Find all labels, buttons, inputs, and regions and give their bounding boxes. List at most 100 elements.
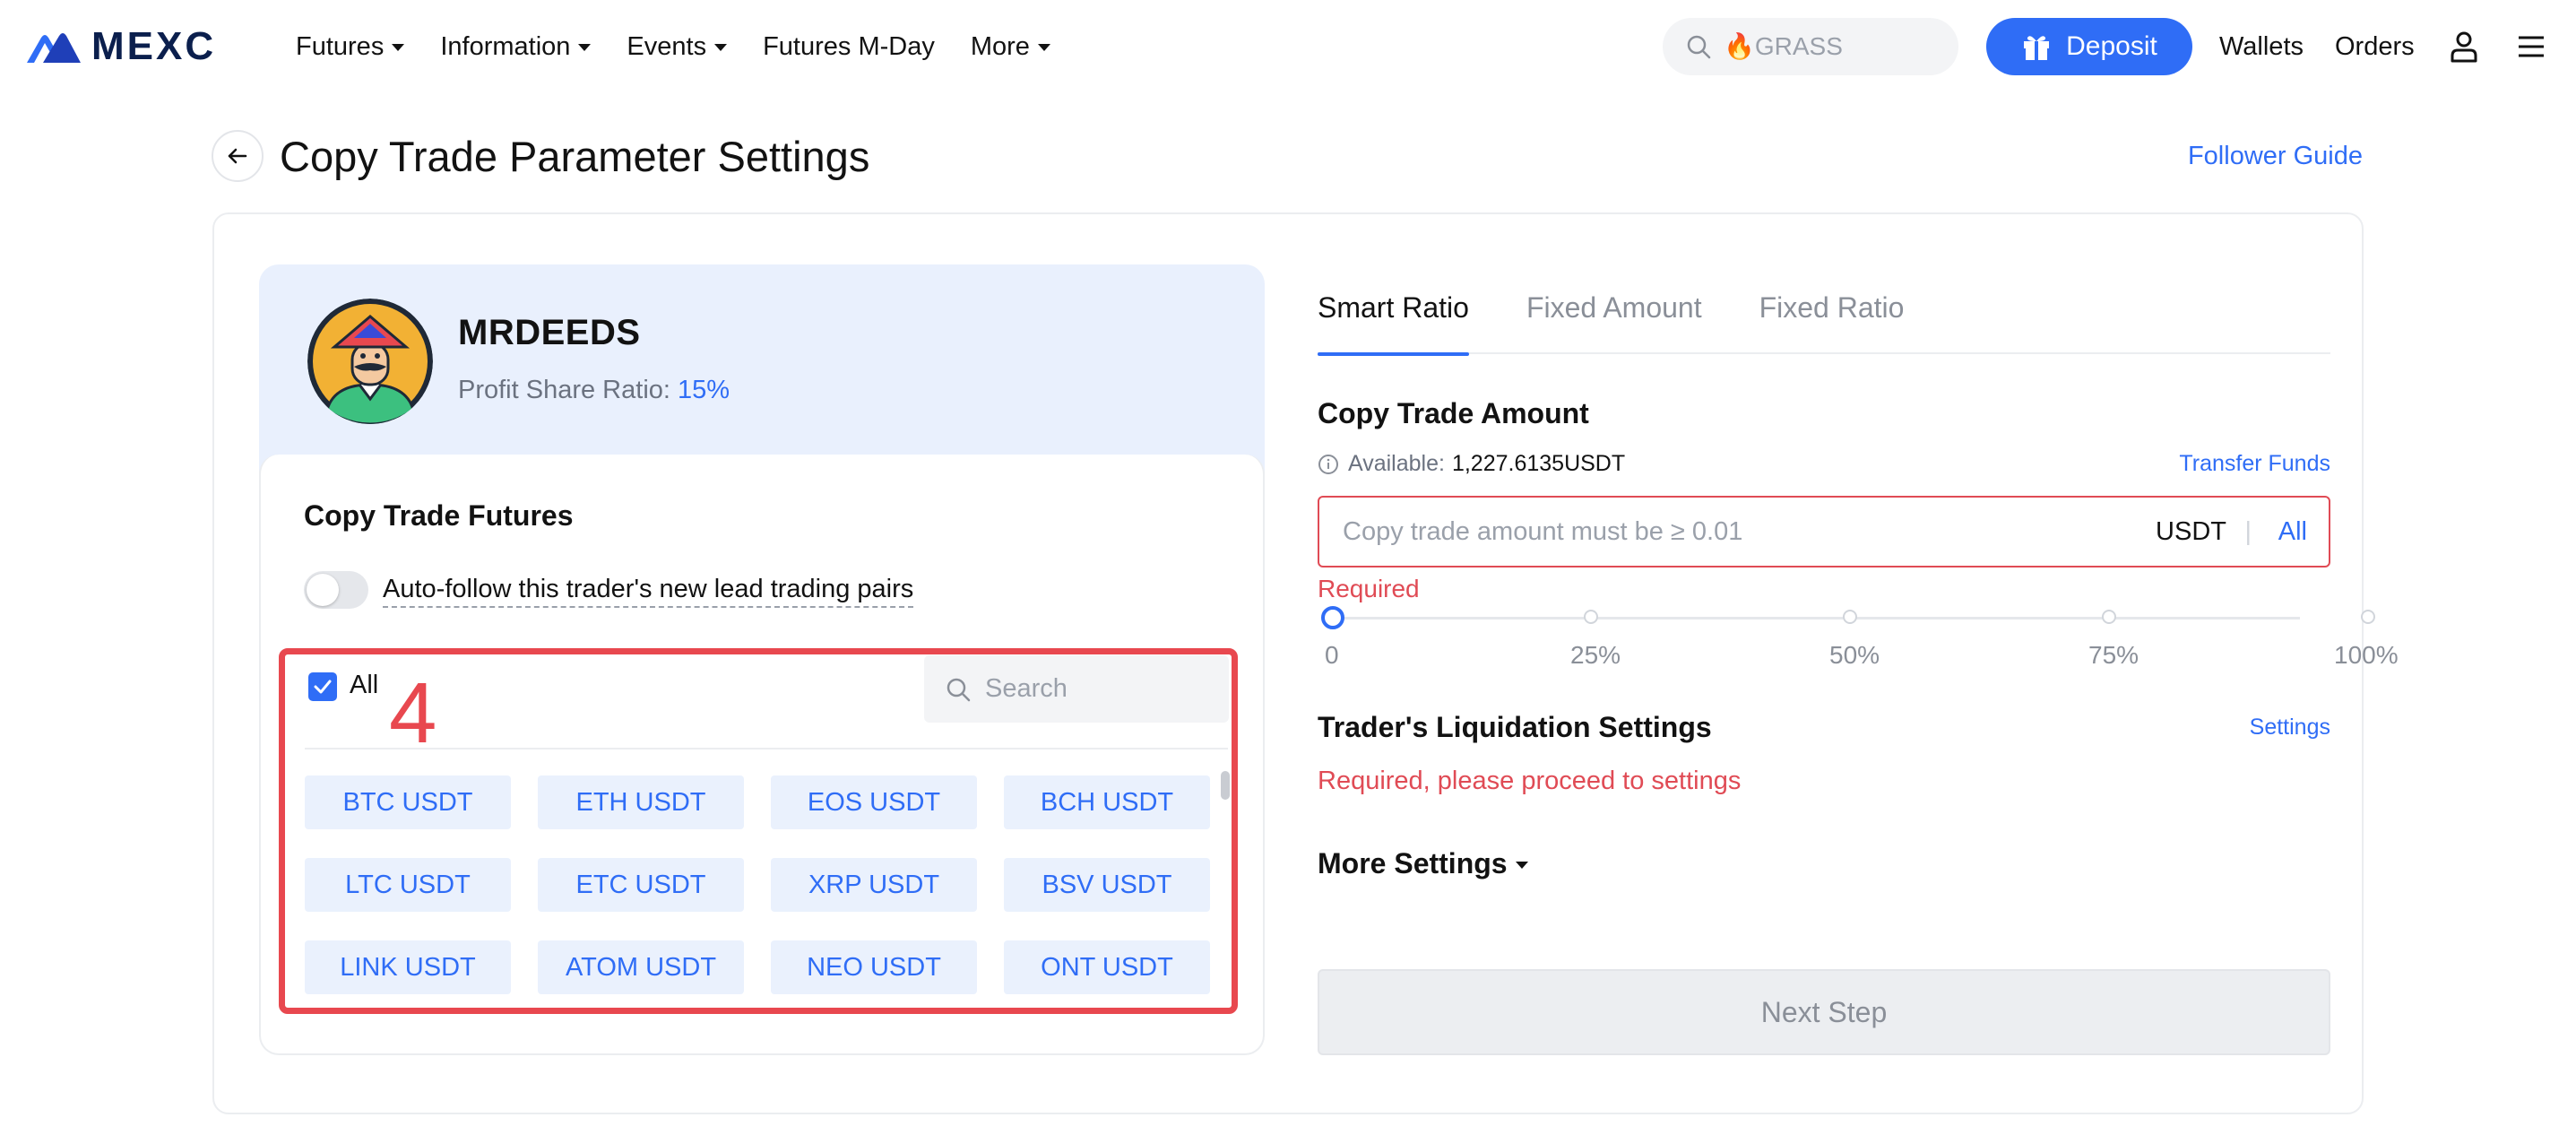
logo-mark-icon [27,33,81,63]
transfer-funds-link[interactable]: Transfer Funds [2179,451,2330,477]
pair-chip[interactable]: ONT USDT [1004,940,1210,994]
mexc-logo[interactable]: MEXC [25,27,216,66]
liquidation-settings-title: Trader's Liquidation Settings [1318,711,1712,743]
profit-share: Profit Share Ratio: 15% [458,376,730,405]
nav-futures-mday[interactable]: Futures M-Day [763,32,935,62]
trader-name: MRDEEDS [458,313,641,352]
amount-slider-handle[interactable] [1321,606,1344,629]
available-label: Available: [1348,451,1445,476]
all-checkbox-label[interactable]: All [350,671,378,700]
pair-chip[interactable]: LINK USDT [305,940,511,994]
trader-panel: MRDEEDS Profit Share Ratio: 15% Copy Trad… [259,264,1265,1055]
caret-down-icon [578,44,592,51]
slider-node[interactable] [2102,610,2116,624]
settings-panel: Smart Ratio Fixed Amount Fixed Ratio Cop… [1318,264,2399,1055]
divider [305,748,1228,749]
slider-label: 0 [1325,641,1339,669]
auto-follow-toggle[interactable] [304,571,368,609]
header-search[interactable] [1663,18,1958,75]
auto-follow-label[interactable]: Auto-follow this trader's new lead tradi… [383,575,914,608]
pairs-grid: BTC USDT ETH USDT EOS USDT BCH USDT LTC … [305,775,1219,994]
checkmark-icon [314,680,332,694]
pair-chip[interactable]: BCH USDT [1004,775,1210,829]
slider-node[interactable] [2361,610,2375,624]
pair-chip[interactable]: ETH USDT [538,775,744,829]
orders-link[interactable]: Orders [2335,0,2415,93]
caret-down-icon [392,44,405,51]
menu-icon[interactable] [2513,29,2549,65]
wallets-link[interactable]: Wallets [2219,0,2304,93]
amount-input[interactable] [1343,516,2114,547]
caret-down-icon [1037,44,1050,51]
header-search-input[interactable] [1724,32,1921,61]
top-header: MEXC Futures Information Events Futures … [0,0,2576,93]
user-icon[interactable] [2446,29,2482,65]
tab-fixed-amount[interactable]: Fixed Amount [1526,264,1702,354]
nav-information-label: Information [440,31,571,61]
arrow-left-icon [228,148,247,164]
pairs-scrollbar[interactable] [1221,771,1230,800]
back-button[interactable] [212,130,264,182]
copy-trade-futures-title: Copy Trade Futures [304,499,574,532]
pair-search[interactable] [924,655,1229,723]
slider-label: 75% [2088,641,2139,669]
nav-futures-label: Futures [296,31,385,61]
follower-guide-link[interactable]: Follower Guide [2188,142,2363,171]
pair-chip[interactable]: BSV USDT [1004,858,1210,912]
all-checkbox[interactable] [308,672,337,701]
pair-chip[interactable]: XRP USDT [771,858,977,912]
pairs-selection-highlight: All 4 BTC USDT ETH USDT EOS USDT BCH USD… [279,648,1238,1014]
more-settings-label: More Settings [1318,847,1508,879]
liquidation-settings-link[interactable]: Settings [2250,715,2330,741]
pair-search-input[interactable] [985,674,1209,704]
pair-chip[interactable]: LTC USDT [305,858,511,912]
deposit-button[interactable]: Deposit [1986,18,2192,75]
profit-share-value: 15% [677,376,730,404]
amount-field[interactable]: USDT | All [1318,496,2330,568]
next-step-button[interactable]: Next Step [1318,969,2330,1055]
toggle-knob [307,574,339,606]
trader-avatar [307,299,433,424]
amount-slider-track[interactable] [1332,617,2300,619]
nav-more[interactable]: More [971,32,1050,62]
nav-events[interactable]: Events [627,31,728,62]
pair-chip[interactable]: NEO USDT [771,940,977,994]
nav-events-label: Events [627,31,707,61]
tab-fixed-ratio[interactable]: Fixed Ratio [1759,264,1905,354]
main-nav: Futures Information Events Futures M-Day… [296,0,1086,93]
slider-label: 50% [1829,641,1880,669]
available-value: 1,227.6135USDT [1451,451,1626,476]
mode-tabs: Smart Ratio Fixed Amount Fixed Ratio [1318,264,2330,356]
nav-futures[interactable]: Futures [296,31,405,62]
info-icon [1318,454,1338,474]
page-title: Copy Trade Parameter Settings [280,133,870,180]
search-icon [1687,35,1711,59]
slider-node[interactable] [1843,610,1857,624]
slider-label: 25% [1570,641,1621,669]
liquidation-required-error: Required, please proceed to settings [1318,767,1742,795]
unit-separator: | [2244,517,2252,546]
more-settings-toggle[interactable]: More Settings [1318,847,1528,880]
pair-chip[interactable]: ETC USDT [538,858,744,912]
search-icon [947,678,971,701]
profit-share-label: Profit Share Ratio: [458,376,670,404]
slider-node[interactable] [1584,610,1598,624]
deposit-label: Deposit [2066,31,2157,61]
amount-required-error: Required [1318,575,1420,602]
gift-icon [2021,31,2052,62]
amount-unit: USDT [2156,517,2226,546]
caret-down-icon [1515,861,1528,869]
nav-more-label: More [970,31,1030,61]
slider-label: 100% [2334,641,2399,669]
copy-trade-amount-title: Copy Trade Amount [1318,397,1589,429]
pair-chip[interactable]: ATOM USDT [538,940,744,994]
tab-smart-ratio[interactable]: Smart Ratio [1318,264,1469,356]
pair-chip[interactable]: BTC USDT [305,775,511,829]
caret-down-icon [714,44,728,51]
amount-all-button[interactable]: All [2278,517,2307,547]
logo-text: MEXC [91,24,217,68]
pair-chip[interactable]: EOS USDT [771,775,977,829]
annotation-number: 4 [389,665,437,761]
nav-futures-mday-label: Futures M-Day [763,31,935,61]
nav-information[interactable]: Information [440,31,592,62]
